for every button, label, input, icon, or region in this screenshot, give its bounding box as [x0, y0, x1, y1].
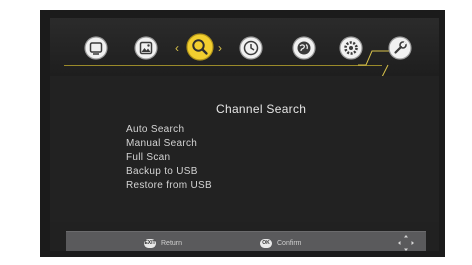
time-icon[interactable] [238, 35, 264, 61]
return-hint: EXIT Return [144, 236, 182, 250]
menu-item-manual-search[interactable]: Manual Search [126, 137, 212, 151]
return-label: Return [161, 239, 183, 247]
confirm-label: Confirm [277, 239, 302, 247]
channel-search-menu: Auto Search Manual Search Full Scan Back… [126, 123, 212, 193]
navigation-arrows-icon [396, 233, 416, 251]
menu-item-restore-from-usb[interactable]: Restore from USB [126, 179, 212, 193]
tab-left-arrow-icon[interactable]: ‹ [175, 41, 179, 55]
tab-bar: ‹ › [50, 18, 439, 78]
page-title: Channel Search [216, 102, 307, 116]
confirm-hint: OK Confirm [260, 236, 302, 250]
search-icon[interactable] [185, 32, 215, 62]
tab-right-arrow-icon[interactable]: › [218, 41, 222, 55]
picture-icon[interactable] [133, 35, 159, 61]
program-icon[interactable] [83, 35, 109, 61]
help-bar: EXIT Return OK Confirm [66, 231, 426, 251]
menu-item-auto-search[interactable]: Auto Search [126, 123, 212, 137]
menu-screen: ‹ › Channel Search Auto Search Manual Se… [50, 18, 439, 251]
menu-item-backup-to-usb[interactable]: Backup to USB [126, 165, 212, 179]
language-icon[interactable] [291, 35, 317, 61]
menu-item-full-scan[interactable]: Full Scan [126, 151, 212, 165]
tools-icon[interactable] [387, 35, 413, 61]
tv-frame: ‹ › Channel Search Auto Search Manual Se… [40, 10, 445, 257]
tab-bar-divider [64, 65, 382, 66]
exit-key-icon: EXIT [144, 238, 156, 248]
ok-key-icon: OK [260, 238, 272, 248]
content-panel [50, 76, 439, 222]
